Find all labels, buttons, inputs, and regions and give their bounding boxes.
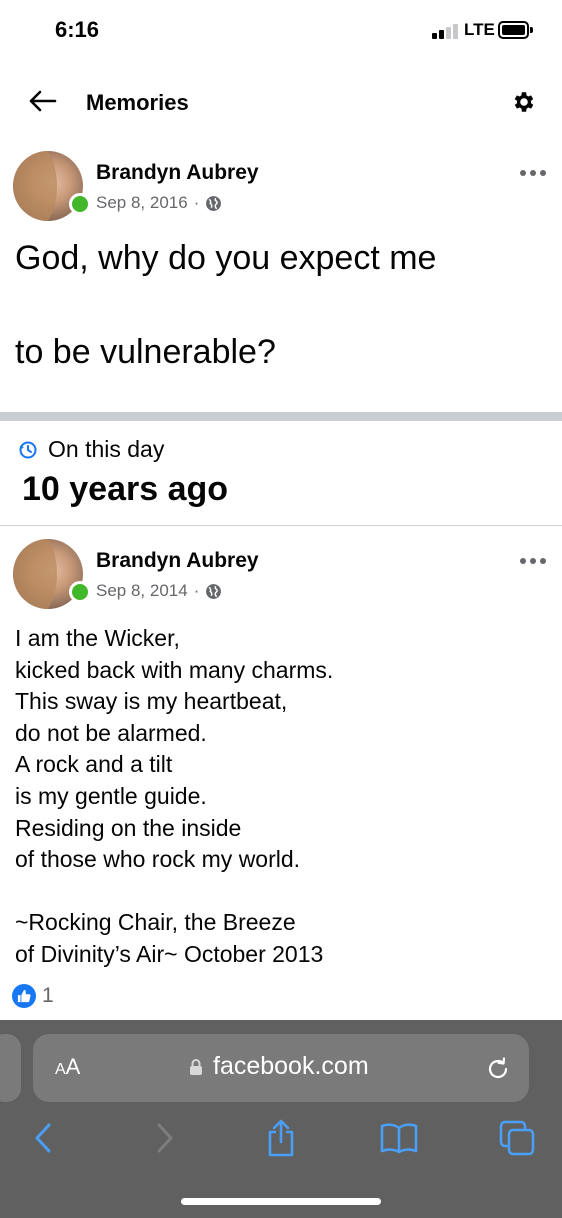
arrow-left-icon — [29, 90, 57, 112]
tabs-icon — [499, 1120, 535, 1156]
chevron-left-icon — [35, 1123, 51, 1153]
post-text-line: I am the Wicker, — [15, 625, 180, 651]
share-icon — [268, 1119, 294, 1157]
original-post-text: I am the Wicker, kicked back with many c… — [15, 623, 333, 971]
post-text-line: A rock and a tilt — [15, 751, 173, 778]
battery-icon — [498, 21, 533, 39]
post-text-line: is my gentle guide. — [15, 782, 207, 809]
bookmarks-button[interactable] — [379, 1118, 419, 1158]
book-icon — [380, 1123, 418, 1154]
section-divider — [0, 412, 562, 421]
original-post-header: Brandyn Aubrey Sep 8, 2014 · — [0, 539, 562, 619]
browser-bottom-bar: AA facebook.com — [0, 1020, 562, 1218]
meta-separator: · — [193, 193, 200, 212]
url-text[interactable]: facebook.com — [213, 1052, 369, 1081]
globe-icon — [206, 195, 222, 211]
chevron-right-icon — [157, 1123, 173, 1153]
post-text-line: Residing on the inside — [15, 814, 242, 841]
memory-post-text: God, why do you expect me to be vulnerab… — [15, 234, 436, 422]
author-name[interactable]: Brandyn Aubrey — [96, 549, 259, 573]
author-name[interactable]: Brandyn Aubrey — [96, 161, 259, 185]
home-indicator[interactable] — [181, 1198, 381, 1205]
post-text-line: to be vulnerable? — [15, 333, 276, 371]
back-button[interactable] — [24, 86, 60, 116]
post-date[interactable]: Sep 8, 2014 — [96, 581, 188, 601]
like-count: 1 — [42, 984, 54, 1007]
post-text-line: kicked back with many charms. — [15, 656, 334, 683]
online-status-dot — [69, 581, 91, 603]
share-button[interactable] — [261, 1118, 301, 1158]
more-options-button[interactable] — [520, 167, 552, 179]
on-this-day-section: On this day 10 years ago — [0, 436, 562, 524]
signal-icon — [432, 23, 460, 39]
post-text-line: of those who rock my world. — [15, 846, 301, 873]
meta-separator: · — [193, 581, 200, 600]
text-size-button[interactable]: AA — [55, 1054, 80, 1080]
previous-tab-preview[interactable] — [0, 1034, 21, 1102]
post-meta: Sep 8, 2014 · — [96, 581, 222, 601]
memory-post-header: Brandyn Aubrey Sep 8, 2016 · — [0, 151, 562, 231]
browser-back-button[interactable] — [23, 1118, 63, 1158]
post-text-line: do not be alarmed. — [15, 719, 207, 746]
status-bar: 6:16 LTE — [0, 0, 562, 62]
settings-button[interactable] — [508, 86, 540, 118]
address-bar[interactable]: AA facebook.com — [33, 1034, 529, 1102]
lock-icon — [190, 1058, 202, 1075]
post-text-line — [15, 876, 333, 908]
post-meta: Sep 8, 2016 · — [96, 193, 222, 213]
page-title: Memories — [86, 90, 189, 115]
post-text-line: God, why do you expect me — [15, 239, 437, 277]
divider — [0, 525, 562, 526]
post-text-line: of Divinity’s Air~ October 2013 — [15, 940, 324, 967]
years-ago-heading: 10 years ago — [22, 470, 229, 508]
thumbs-up-icon — [12, 984, 36, 1008]
network-type: LTE — [464, 20, 495, 39]
post-text-line: This sway is my heartbeat, — [15, 688, 288, 715]
memories-header: Memories — [0, 72, 562, 134]
reload-icon — [488, 1057, 508, 1079]
browser-forward-button[interactable] — [145, 1118, 185, 1158]
reload-button[interactable] — [483, 1054, 513, 1084]
post-date[interactable]: Sep 8, 2016 — [96, 193, 188, 213]
status-time: 6:16 — [55, 17, 100, 42]
tabs-button[interactable] — [497, 1118, 537, 1158]
more-options-button[interactable] — [520, 555, 552, 567]
reaction-summary[interactable]: 1 — [12, 984, 54, 1008]
gear-icon — [514, 92, 534, 112]
post-text-line: ~Rocking Chair, the Breeze — [15, 909, 296, 936]
clock-history-icon — [19, 441, 37, 458]
on-this-day-label: On this day — [48, 436, 165, 462]
globe-icon — [206, 583, 222, 599]
online-status-dot — [69, 193, 91, 215]
